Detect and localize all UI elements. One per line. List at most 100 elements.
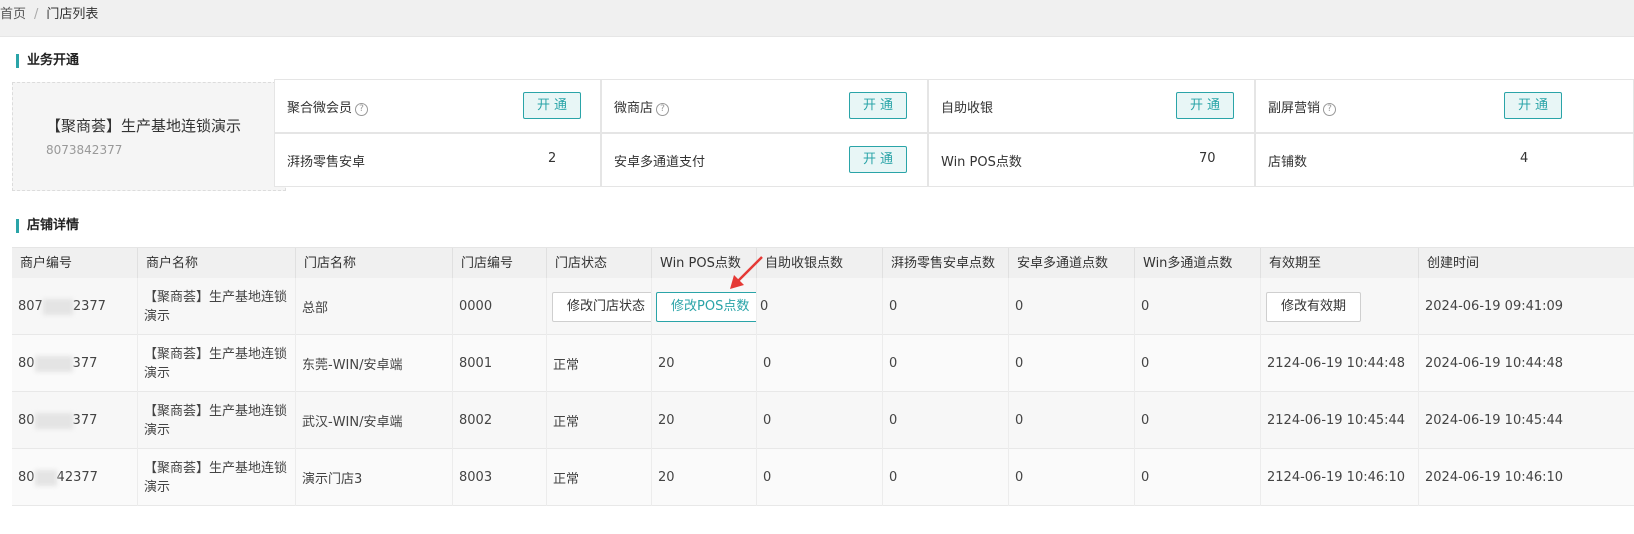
cell-merchant-id: 80 42377 bbox=[12, 449, 138, 506]
breadcrumb-current: 门店列表 bbox=[46, 7, 99, 22]
cell-store-name: 演示门店3 bbox=[296, 449, 453, 506]
col-status: 门店状态 bbox=[547, 248, 652, 279]
cell-self-checkout: 0 bbox=[757, 449, 883, 506]
biz-cell-self-checkout: 自助收银 开通 bbox=[928, 79, 1255, 133]
cell-win-pos: 20 bbox=[652, 335, 757, 392]
business-section-title: 业务开通 bbox=[16, 54, 79, 68]
cell-created: 2024-06-19 09:41:09 bbox=[1425, 299, 1564, 314]
redacted-mark bbox=[34, 355, 73, 372]
open-self-checkout-button[interactable]: 开通 bbox=[1176, 92, 1234, 119]
cell-android-multi: 0 bbox=[1009, 335, 1135, 392]
cell-expiry: 2124-06-19 10:46:10 bbox=[1261, 449, 1419, 506]
breadcrumb-separator: / bbox=[34, 7, 39, 22]
breadcrumb-home[interactable]: 首页 bbox=[0, 7, 26, 22]
col-win-multi: Win多通道点数 bbox=[1135, 248, 1261, 279]
biz-label-store-count: 店铺数 bbox=[1268, 155, 1308, 170]
redacted-mark bbox=[34, 469, 57, 486]
cell-android-multi: 0 bbox=[1009, 392, 1135, 449]
open-android-multi-button[interactable]: 开通 bbox=[849, 146, 907, 173]
cell-self-checkout: 0 bbox=[757, 335, 883, 392]
cell-android-multi: 0 bbox=[1009, 449, 1135, 506]
cell-expiry: 2124-06-19 10:44:48 bbox=[1261, 335, 1419, 392]
business-panel: 【聚商荟】生产基地连锁演示 8073842377 聚合微会员? 开通 微商店? … bbox=[12, 79, 1634, 191]
biz-label-secondary-screen: 副屏营销? bbox=[1268, 97, 1337, 116]
open-member-button[interactable]: 开通 bbox=[523, 92, 581, 119]
cell-merchant-name: 【聚商荟】生产基地连锁演示 bbox=[138, 278, 296, 335]
cell-merchant-name: 【聚商荟】生产基地连锁演示 bbox=[138, 392, 296, 449]
col-expiry: 有效期至 bbox=[1261, 248, 1419, 279]
biz-cell-win-pos: Win POS点数 70 bbox=[928, 133, 1255, 187]
help-icon[interactable]: ? bbox=[355, 103, 369, 116]
cell-created: 2024-06-19 10:44:48 bbox=[1425, 356, 1564, 371]
cell-store-name: 总部 bbox=[296, 278, 453, 335]
breadcrumb: 首页 / 门店列表 bbox=[0, 0, 1634, 37]
table-header: 商户编号 商户名称 门店名称 门店编号 门店状态 Win POS点数 自助收银点… bbox=[12, 247, 1634, 279]
cell-expiry: 2124-06-19 10:45:44 bbox=[1261, 392, 1419, 449]
cell-status: 正常 bbox=[547, 449, 652, 506]
cell-merchant-id: 80 377 bbox=[12, 392, 138, 449]
biz-value-store-count: 4 bbox=[1520, 151, 1529, 166]
biz-cell-secondary-screen: 副屏营销? 开通 bbox=[1255, 79, 1634, 133]
redacted-mark bbox=[42, 298, 73, 315]
biz-cell-payang: 湃扬零售安卓 2 bbox=[274, 133, 601, 187]
cell-store-name: 东莞-WIN/安卓端 bbox=[296, 335, 453, 392]
annotation-arrow-icon bbox=[730, 256, 763, 289]
col-merchant-name: 商户名称 bbox=[138, 248, 296, 279]
biz-label-win-pos: Win POS点数 bbox=[941, 155, 1022, 170]
cell-win-pos: 20 bbox=[652, 392, 757, 449]
cell-merchant-id: 807 2377 bbox=[12, 278, 138, 335]
edit-pos-points-button[interactable]: 修改POS点数 bbox=[656, 291, 756, 322]
cell-store-no: 0000 bbox=[453, 278, 547, 335]
cell-android-multi: 0 bbox=[1009, 278, 1135, 335]
cell-expiry: 修改有效期 bbox=[1261, 278, 1419, 335]
cell-self-checkout: 0 bbox=[757, 392, 883, 449]
cell-store-no: 8002 bbox=[453, 392, 547, 449]
cell-payang: 0 bbox=[883, 278, 1009, 335]
table-row: 80 42377 【聚商荟】生产基地连锁演示 演示门店3 8003 正常 20 0… bbox=[12, 449, 1634, 506]
table-row: 80 377 【聚商荟】生产基地连锁演示 武汉-WIN/安卓端 8002 正常 2… bbox=[12, 392, 1634, 449]
cell-win-pos: 20 bbox=[652, 449, 757, 506]
biz-cell-store-count: 店铺数 4 bbox=[1255, 133, 1634, 187]
table-row: 80 377 【聚商荟】生产基地连锁演示 东莞-WIN/安卓端 8001 正常 2… bbox=[12, 335, 1634, 392]
col-store-name: 门店名称 bbox=[296, 248, 453, 279]
open-microshop-button[interactable]: 开通 bbox=[849, 92, 907, 119]
biz-label-self-checkout: 自助收银 bbox=[941, 101, 994, 116]
biz-cell-member: 聚合微会员? 开通 bbox=[274, 79, 601, 133]
cell-merchant-name: 【聚商荟】生产基地连锁演示 bbox=[138, 449, 296, 506]
cell-win-multi: 0 bbox=[1135, 392, 1261, 449]
cell-status: 修改门店状态 bbox=[547, 278, 652, 335]
col-android-multi: 安卓多通道点数 bbox=[1009, 248, 1135, 279]
cell-created: 2024-06-19 10:46:10 bbox=[1425, 470, 1564, 485]
cell-store-name: 武汉-WIN/安卓端 bbox=[296, 392, 453, 449]
cell-status: 正常 bbox=[547, 392, 652, 449]
cell-win-multi: 0 bbox=[1135, 278, 1261, 335]
col-payang: 湃扬零售安卓点数 bbox=[883, 248, 1009, 279]
biz-value-payang: 2 bbox=[548, 151, 557, 166]
help-icon[interactable]: ? bbox=[656, 103, 670, 116]
cell-win-multi: 0 bbox=[1135, 335, 1261, 392]
merchant-id: 8073842377 bbox=[46, 143, 123, 157]
biz-label-microshop: 微商店? bbox=[614, 97, 670, 116]
col-self-checkout: 自助收银点数 bbox=[757, 248, 883, 279]
edit-expiry-button[interactable]: 修改有效期 bbox=[1266, 291, 1362, 322]
table-row: 807 2377 【聚商荟】生产基地连锁演示 总部 0000 修改门店状态 修改P… bbox=[12, 278, 1634, 335]
cell-merchant-id: 80 377 bbox=[12, 335, 138, 392]
biz-label-payang: 湃扬零售安卓 bbox=[287, 155, 366, 170]
cell-created: 2024-06-19 10:45:44 bbox=[1425, 413, 1564, 428]
help-icon[interactable]: ? bbox=[1323, 103, 1337, 116]
cell-self-checkout: 0 bbox=[757, 278, 883, 335]
col-created: 创建时间 bbox=[1427, 256, 1480, 271]
cell-store-no: 8003 bbox=[453, 449, 547, 506]
col-store-no: 门店编号 bbox=[453, 248, 547, 279]
col-merchant-id: 商户编号 bbox=[12, 248, 138, 279]
open-secondary-screen-button[interactable]: 开通 bbox=[1504, 92, 1562, 119]
biz-label-member: 聚合微会员? bbox=[287, 97, 369, 116]
edit-store-status-button[interactable]: 修改门店状态 bbox=[552, 291, 651, 322]
cell-win-multi: 0 bbox=[1135, 449, 1261, 506]
merchant-name: 【聚商荟】生产基地连锁演示 bbox=[46, 117, 242, 135]
biz-value-win-pos: 70 bbox=[1199, 151, 1216, 166]
cell-merchant-name: 【聚商荟】生产基地连锁演示 bbox=[138, 335, 296, 392]
cell-status: 正常 bbox=[547, 335, 652, 392]
biz-label-android-multi: 安卓多通道支付 bbox=[614, 155, 706, 170]
merchant-info: 【聚商荟】生产基地连锁演示 8073842377 bbox=[12, 82, 286, 191]
